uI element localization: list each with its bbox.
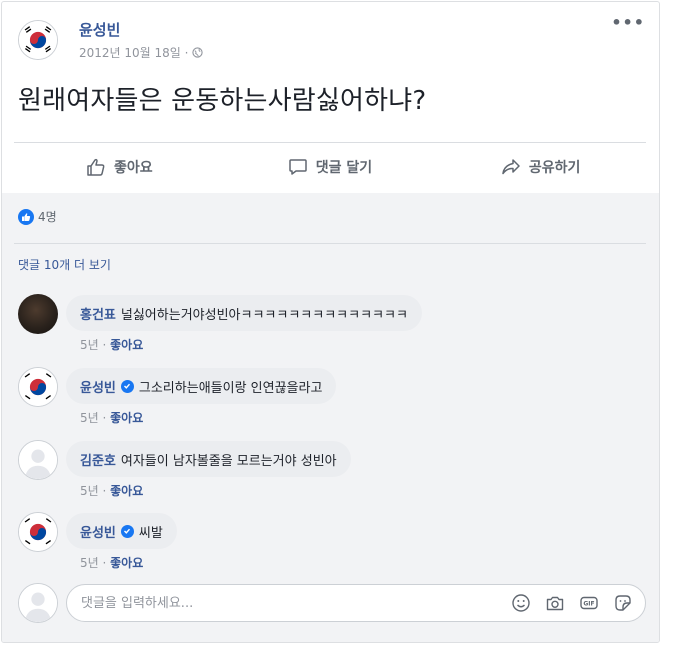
comment-meta: 5년 · 좋아요 [80,409,143,426]
emoji-icon[interactable] [511,593,531,613]
comment-text: 그소리하는애들이랑 인연끊을라고 [138,380,323,396]
commenter-avatar[interactable] [18,512,58,552]
default-profile-icon [19,441,57,479]
comment-bubble: 윤성빈 그소리하는애들이랑 인연끊을라고 [66,368,337,404]
comment-bubble: 홍건표 널싫어하는거야성빈아ㅋㅋㅋㅋㅋㅋㅋㅋㅋㅋㅋㅋㅋㅋ [66,295,422,331]
post-meta: 2012년 10월 18일 · [79,44,204,61]
share-arrow-icon [502,159,520,175]
commenter-avatar[interactable] [18,440,58,480]
comment-text: 널싫어하는거야성빈아ㅋㅋㅋㅋㅋㅋㅋㅋㅋㅋㅋㅋㅋㅋ [120,307,408,323]
comment-composer: GIF [18,583,646,623]
feedback-area: 4명 댓글 10개 더 보기 홍건표 널싫어하는거야성빈아ㅋㅋㅋㅋㅋㅋㅋㅋㅋㅋㅋ… [2,193,659,642]
comment-button-label: 댓글 달기 [315,160,373,176]
korean-flag-icon [19,21,57,59]
comment-bubble: 윤성빈 씨발 [66,513,177,549]
divider [14,243,646,244]
comment-input[interactable] [81,595,481,611]
like-reaction-icon [18,208,34,225]
comment-bubble-icon [289,159,307,175]
comment-bubble: 김준호 여자들이 남자볼줄을 모르는거야 성빈아 [66,441,351,477]
action-bar: 좋아요 댓글 달기 공유하기 [14,143,646,191]
more-options-icon[interactable]: ••• [611,15,645,31]
comment-time[interactable]: 5년 · [80,411,110,425]
comment-time[interactable]: 5년 · [80,484,110,498]
korean-flag-icon [19,368,57,406]
comment-like-link[interactable]: 좋아요 [110,338,143,352]
comment-input-box[interactable]: GIF [66,584,646,622]
korean-flag-icon [19,513,57,551]
reaction-summary[interactable]: 4명 [18,208,57,225]
comment-meta: 5년 · 좋아요 [80,336,143,353]
commenter-name[interactable]: 윤성빈 [80,522,116,541]
thumbs-up-icon [87,158,105,176]
author-avatar[interactable] [18,20,58,60]
composer-icons: GIF [511,593,633,613]
globe-icon [192,47,204,58]
share-button[interactable]: 공유하기 [435,143,646,191]
verified-badge-icon [120,524,134,538]
commenter-name[interactable]: 홍건표 [80,304,116,323]
post-text: 원래여자들은 운동하는사람싫어하냐? [18,86,427,116]
comment-meta: 5년 · 좋아요 [80,482,143,499]
reaction-count: 4명 [38,210,57,224]
post-author-name[interactable]: 윤성빈 [79,19,120,40]
view-more-comments-link[interactable]: 댓글 10개 더 보기 [18,256,111,273]
comment-meta: 5년 · 좋아요 [80,554,143,571]
svg-text:GIF: GIF [583,601,594,608]
comment-like-link[interactable]: 좋아요 [110,411,143,425]
post-date[interactable]: 2012년 10월 18일 · [79,44,188,61]
comment-text: 씨발 [138,525,163,541]
share-button-label: 공유하기 [528,160,581,176]
commenter-avatar[interactable] [18,294,58,334]
commenter-avatar[interactable] [18,367,58,407]
comment-like-link[interactable]: 좋아요 [110,484,143,498]
comment-like-link[interactable]: 좋아요 [110,556,143,570]
sticker-icon[interactable] [613,593,633,613]
like-button-label: 좋아요 [114,160,153,176]
comment-time[interactable]: 5년 · [80,556,110,570]
current-user-avatar [18,583,58,623]
comment-button[interactable]: 댓글 달기 [225,143,436,191]
commenter-name[interactable]: 윤성빈 [80,377,116,396]
verified-badge-icon [120,379,134,393]
comment-time[interactable]: 5년 · [80,338,110,352]
post-card: 윤성빈 2012년 10월 18일 · ••• 원래여자들은 운동하는사람싫어하… [1,1,660,643]
gif-icon[interactable]: GIF [579,593,599,613]
like-button[interactable]: 좋아요 [14,143,225,191]
commenter-name[interactable]: 김준호 [80,450,116,469]
comment-text: 여자들이 남자볼줄을 모르는거야 성빈아 [120,453,337,469]
default-profile-icon [19,584,57,622]
camera-icon[interactable] [545,593,565,613]
